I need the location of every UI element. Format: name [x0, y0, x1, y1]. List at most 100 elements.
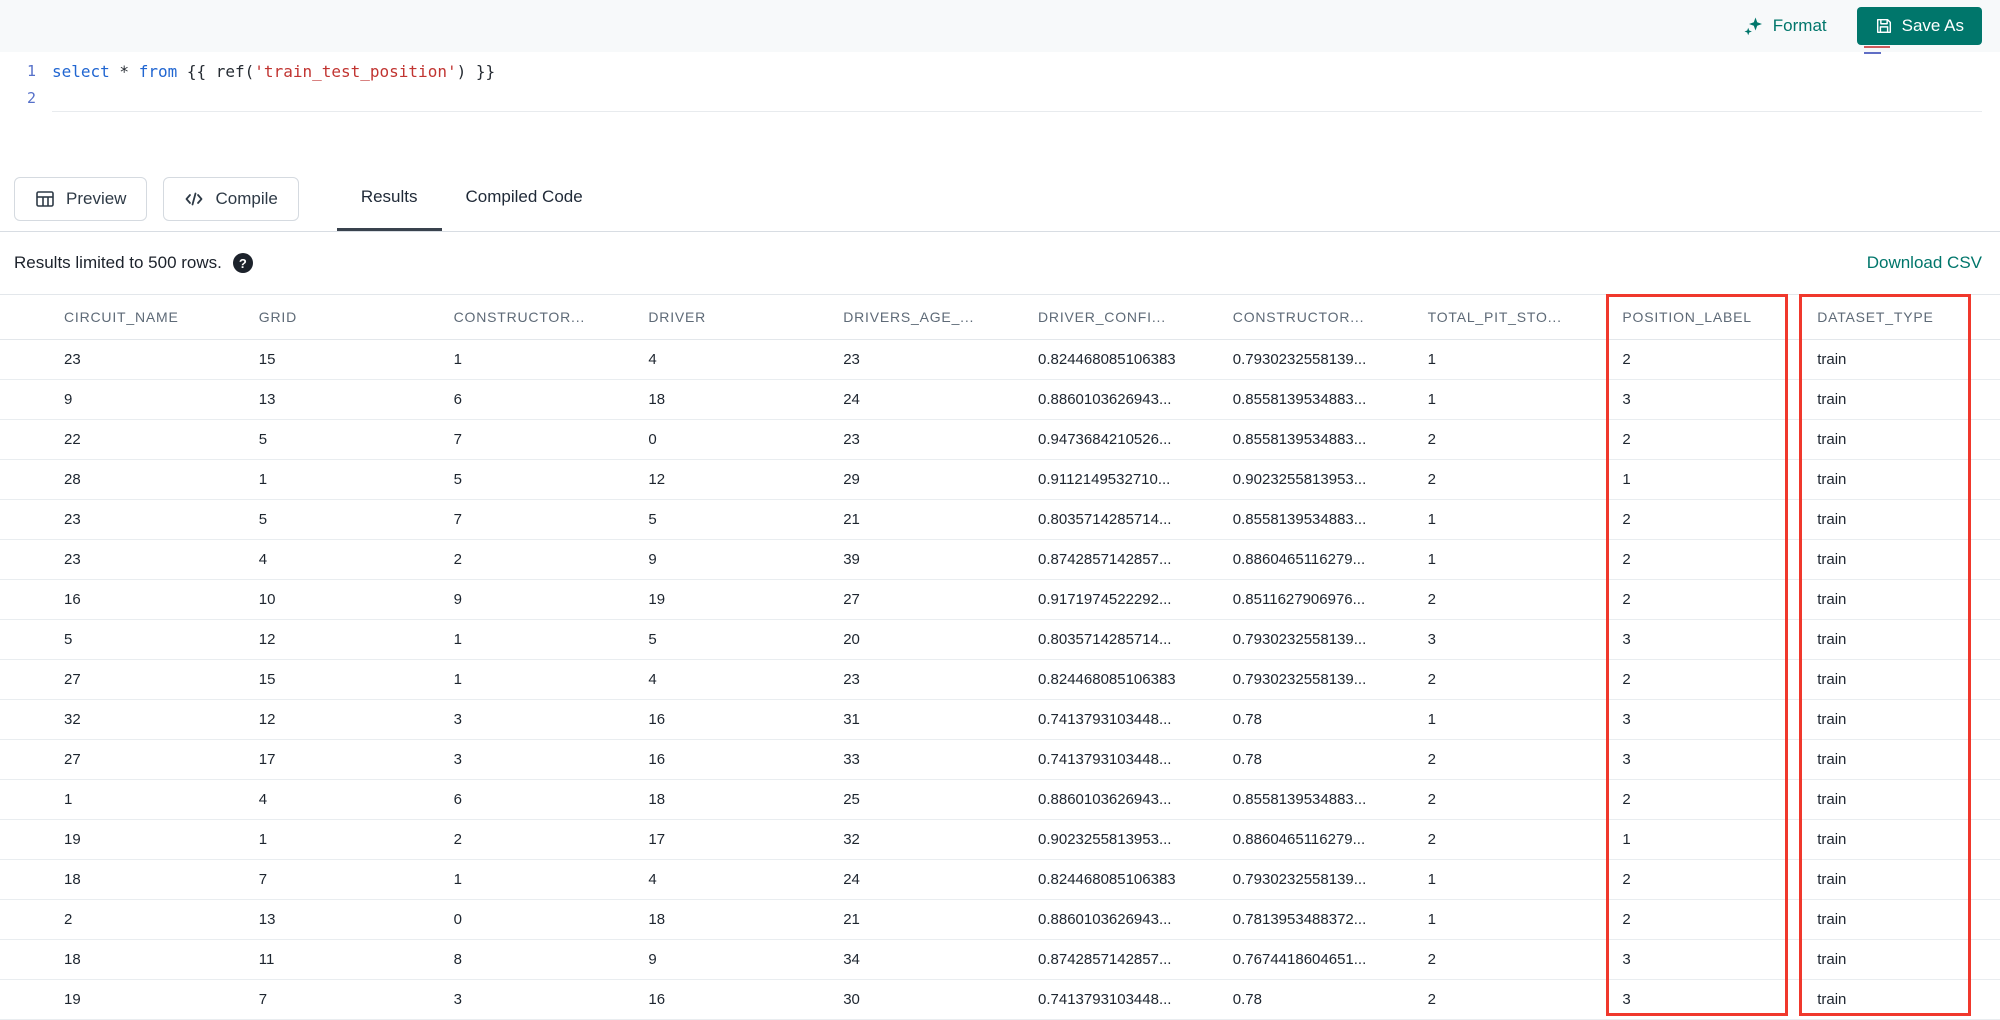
table-cell: train: [1817, 911, 1847, 928]
table-cell: 0: [648, 431, 657, 448]
actions-toolbar: Preview Compile Results Compiled Code: [0, 166, 2000, 232]
table-row: 18 7 1 4 24 0.824468085106383 0.7930232558139.…: [0, 860, 2000, 900]
table-cell: 12: [648, 471, 666, 488]
table-cell: 0.8558139534883...: [1232, 511, 1367, 528]
format-button[interactable]: Format: [1744, 16, 1827, 36]
table-cell: 2: [1427, 831, 1436, 848]
table-cell: 29: [843, 471, 860, 488]
table-cell: 20: [843, 631, 860, 648]
help-icon[interactable]: ?: [232, 253, 253, 273]
table-cell: 8: [453, 951, 462, 968]
table-cell: 0.8035714285714...: [1038, 631, 1172, 648]
table-cell: 39: [843, 551, 860, 568]
table-cell: 1: [1427, 711, 1436, 728]
line-number-1: 1: [26, 62, 36, 80]
save-as-label: Save As: [1901, 16, 1964, 35]
table-cell: 2: [1622, 791, 1631, 808]
results-header-row: CIRCUIT_NAME GRID CONSTRUCTOR... DRIVER DRIV…: [0, 294, 2000, 340]
table-cell: train: [1817, 551, 1847, 568]
table-row: 23 5 7 5 21 0.8035714285714... 0.8558139534883…: [0, 500, 2000, 540]
table-cell: train: [1817, 471, 1847, 488]
table-cell: 7: [258, 991, 268, 1008]
table-cell: 1: [1622, 831, 1631, 848]
table-row: 22 5 7 0 23 0.9473684210526... 0.8558139534883…: [0, 420, 2000, 460]
table-cell: 16: [64, 591, 81, 608]
table-cell: 1: [453, 671, 462, 688]
table-cell: 12: [258, 711, 276, 728]
column-header-total-pit-sto: TOTAL_PIT_STO...: [1427, 309, 1562, 325]
table-cell: 9: [648, 951, 657, 968]
column-header-constructor: CONSTRUCTOR...: [1232, 309, 1365, 325]
table-cell: 5: [453, 471, 462, 488]
table-row: 16 10 9 19 27 0.9171974522292... 0.85116279069…: [0, 580, 2000, 620]
table-cell: 3: [1622, 391, 1631, 408]
table-cell: 4: [648, 351, 657, 368]
clipped-artifact-marks: [1864, 46, 1904, 54]
sql-editor[interactable]: 1 select * from {{ ref('train_test_posit…: [0, 52, 2000, 166]
table-cell: 3: [1622, 951, 1631, 968]
top-toolbar: Format Save As: [0, 0, 2000, 52]
tab-compiled-code[interactable]: Compiled Code: [442, 166, 607, 231]
table-cell: 1: [258, 471, 268, 488]
save-as-button[interactable]: Save As: [1856, 7, 1982, 45]
preview-label: Preview: [66, 188, 127, 208]
table-cell: 24: [843, 391, 860, 408]
sql-token-keyword: from: [138, 62, 178, 81]
column-header-drivers-age: DRIVERS_AGE_...: [843, 309, 975, 325]
table-cell: 2: [1622, 911, 1631, 928]
column-header-circuit-name: CIRCUIT_NAME: [64, 309, 179, 325]
table-row: 19 1 2 17 32 0.9023255813953... 0.886046511627…: [0, 820, 2000, 860]
table-cell: 3: [1427, 631, 1436, 648]
table-cell: 0.7413793103448...: [1038, 751, 1172, 768]
column-header-driver: DRIVER: [648, 309, 707, 325]
table-cell: 31: [843, 711, 860, 728]
table-cell: train: [1817, 631, 1847, 648]
tab-compiled-code-label: Compiled Code: [465, 187, 583, 206]
sql-token-plain: {{: [177, 62, 216, 81]
table-cell: 9: [648, 551, 657, 568]
table-cell: 0.7413793103448...: [1038, 711, 1172, 728]
table-cell: 1: [1622, 471, 1631, 488]
table-cell: 4: [258, 791, 268, 808]
preview-button[interactable]: Preview: [14, 176, 148, 221]
table-cell: 3: [453, 711, 462, 728]
table-cell: train: [1817, 711, 1847, 728]
column-header-grid: GRID: [258, 309, 297, 325]
table-cell: 32: [843, 831, 860, 848]
download-csv-link[interactable]: Download CSV: [1867, 253, 1986, 273]
table-cell: 23: [64, 551, 81, 568]
table-row: 19 7 3 16 30 0.7413793103448... 0.78 2 3 train: [0, 980, 2000, 1020]
table-cell: train: [1817, 951, 1847, 968]
table-cell: 5: [258, 511, 268, 528]
table-cell: 0.9473684210526...: [1038, 431, 1172, 448]
editor-line-2[interactable]: 2: [0, 85, 2000, 112]
table-cell: 2: [453, 551, 462, 568]
table-cell: 0.8860465116279...: [1232, 831, 1366, 848]
table-row: 27 15 1 4 23 0.824468085106383 0.7930232558139…: [0, 660, 2000, 700]
tab-results[interactable]: Results: [336, 166, 442, 231]
table-cell: 2: [1427, 951, 1436, 968]
table-cell: 3: [453, 991, 462, 1008]
table-row: 23 4 2 9 39 0.8742857142857... 0.8860465116279…: [0, 540, 2000, 580]
editor-line-1[interactable]: 1 select * from {{ ref('train_test_posit…: [0, 58, 2000, 85]
table-cell: 2: [1622, 511, 1631, 528]
table-cell: 2: [1427, 751, 1436, 768]
table-cell: 0.7674418604651...: [1232, 951, 1367, 968]
table-cell: 0.8558139534883...: [1232, 391, 1367, 408]
table-cell: 5: [64, 631, 73, 648]
table-cell: 0.7930232558139...: [1232, 671, 1367, 688]
sql-empty-line: [52, 85, 1982, 112]
table-cell: 0.8860103626943...: [1038, 391, 1172, 408]
table-cell: 0.7813953488372...: [1232, 911, 1367, 928]
table-cell: 19: [64, 831, 81, 848]
table-cell: 15: [258, 351, 276, 368]
compile-button[interactable]: Compile: [163, 176, 299, 221]
results-table: CIRCUIT_NAME GRID CONSTRUCTOR... DRIVER DRIV…: [0, 294, 2000, 1020]
table-cell: 23: [64, 351, 81, 368]
table-cell: train: [1817, 871, 1847, 888]
table-cell: 17: [258, 751, 276, 768]
sql-token-plain: ) }}: [456, 62, 496, 81]
table-cell: 5: [258, 431, 268, 448]
table-cell: 1: [1427, 351, 1436, 368]
table-cell: train: [1817, 831, 1847, 848]
